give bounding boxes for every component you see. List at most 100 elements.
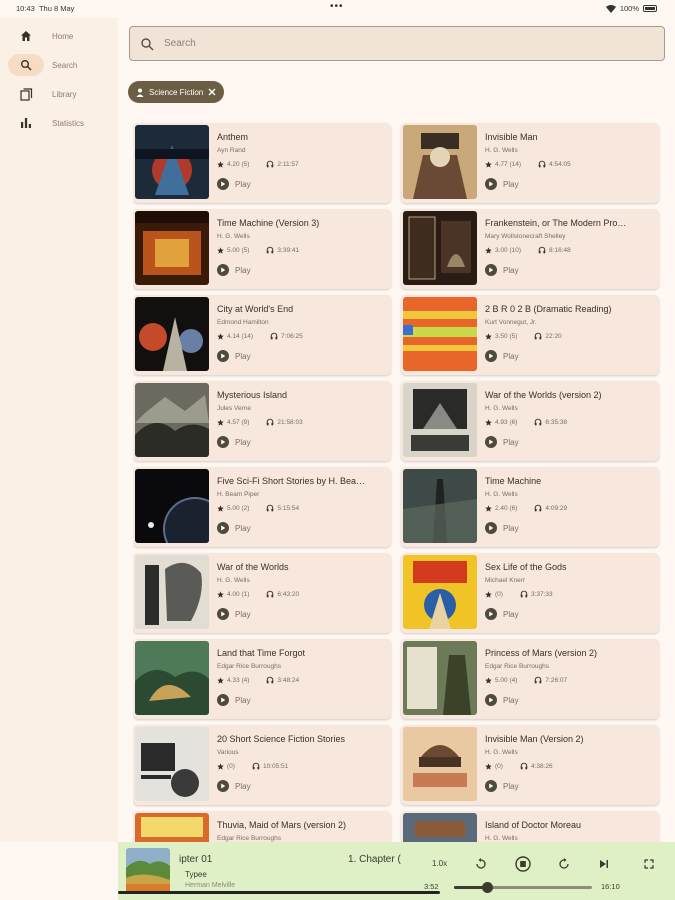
book-card[interactable]: Five Sci-Fi Short Stories by H. Bea… H. B… <box>133 467 391 547</box>
book-meta: 2.40 (6) 4:09:29 <box>485 504 567 512</box>
book-card[interactable]: War of the Worlds (version 2) H. G. Wells… <box>401 381 659 461</box>
book-title: Thuvia, Maid of Mars (version 2) <box>217 820 347 830</box>
play-button[interactable]: Play <box>217 178 251 190</box>
play-button[interactable]: Play <box>485 178 519 190</box>
progress-slider[interactable] <box>454 882 592 893</box>
book-card[interactable]: Anthem Ayn Rand 4.20 (5) 2:11:57 Play <box>133 123 391 203</box>
book-author: H. G. Wells <box>485 147 518 154</box>
play-button[interactable]: Play <box>485 608 519 620</box>
book-cover-image[interactable] <box>403 469 477 543</box>
player-book-title: Typee <box>185 870 207 879</box>
book-cover-image[interactable] <box>135 555 209 629</box>
book-card[interactable]: Frankenstein, or The Modern Pro… Mary Wol… <box>401 209 659 289</box>
search-bar[interactable] <box>129 26 665 61</box>
book-card[interactable]: Thuvia, Maid of Mars (version 2) Edgar Ri… <box>133 811 391 842</box>
nav-item-home[interactable]: Home <box>8 25 112 47</box>
book-card[interactable]: Time Machine H. G. Wells 2.40 (6) 4:09:29 Pl… <box>401 467 659 547</box>
player-cover-image[interactable] <box>126 848 170 894</box>
nav-item-library[interactable]: Library <box>8 83 112 105</box>
book-card[interactable]: 2 B R 0 2 B (Dramatic Reading) Kurt Vonne… <box>401 295 659 375</box>
book-card[interactable]: Island of Doctor Moreau H. G. Wells <box>401 811 659 842</box>
book-cover-image[interactable] <box>135 297 209 371</box>
play-pause-button[interactable] <box>513 854 533 874</box>
play-button[interactable]: Play <box>217 436 251 448</box>
statistics-icon <box>8 112 44 134</box>
book-duration: 21:58:03 <box>277 418 303 426</box>
play-button[interactable]: Play <box>217 608 251 620</box>
book-title: Time Machine (Version 3) <box>217 218 320 228</box>
book-meta: 5.00 (4) 7:26:07 <box>485 676 567 684</box>
book-card[interactable]: Time Machine (Version 3) H. G. Wells 5.00 … <box>133 209 391 289</box>
book-cover-image[interactable] <box>403 727 477 801</box>
book-meta: 3.00 (10) 8:16:48 <box>485 246 571 254</box>
book-cover-image[interactable] <box>135 727 209 801</box>
book-card[interactable]: City at World's End Edmond Hamilton 4.14 (… <box>133 295 391 375</box>
nav-item-statistics[interactable]: Statistics <box>8 112 112 134</box>
book-title: Five Sci-Fi Short Stories by H. Bea… <box>217 476 366 486</box>
book-cover-image[interactable] <box>403 125 477 199</box>
play-button[interactable]: Play <box>217 264 251 276</box>
filter-chip[interactable]: Science Fiction <box>128 81 225 103</box>
play-button[interactable]: Play <box>217 350 251 362</box>
book-cover-image[interactable] <box>135 383 209 457</box>
nav-item-search[interactable]: Search <box>8 54 112 76</box>
book-cover-image[interactable] <box>403 555 477 629</box>
book-cover-image[interactable] <box>403 297 477 371</box>
close-icon[interactable] <box>208 88 216 96</box>
book-cover-image[interactable] <box>403 813 477 842</box>
book-cover-image[interactable] <box>135 813 209 842</box>
headphones-icon <box>535 418 542 426</box>
book-card[interactable]: 20 Short Science Fiction Stories Various (… <box>133 725 391 805</box>
play-button[interactable]: Play <box>217 780 251 792</box>
play-button[interactable]: Play <box>485 780 519 792</box>
book-cover-image[interactable] <box>135 641 209 715</box>
play-button[interactable]: Play <box>217 694 251 706</box>
book-meta: 4.20 (5) 2:11:57 <box>217 160 299 168</box>
play-icon <box>489 783 494 789</box>
expand-player-button[interactable] <box>639 854 659 874</box>
headphones-icon <box>267 676 274 684</box>
book-card[interactable]: War of the Worlds H. G. Wells 4.00 (1) 6:43… <box>133 553 391 633</box>
play-button[interactable]: Play <box>485 694 519 706</box>
forward-button[interactable] <box>554 854 574 874</box>
skip-next-button[interactable] <box>594 854 614 874</box>
book-cover-image[interactable] <box>135 211 209 285</box>
fullscreen-icon <box>644 859 654 869</box>
book-cover-image[interactable] <box>135 125 209 199</box>
rewind-button[interactable] <box>471 854 491 874</box>
play-button[interactable]: Play <box>485 522 519 534</box>
star-icon <box>485 590 492 598</box>
book-rating: 4.00 (1) <box>227 590 250 598</box>
book-card[interactable]: Princess of Mars (version 2) Edgar Rice B… <box>401 639 659 719</box>
play-button[interactable]: Play <box>485 350 519 362</box>
play-button[interactable]: Play <box>217 522 251 534</box>
book-card[interactable]: Mysterious Island Jules Verne 4.57 (9) 21:5… <box>133 381 391 461</box>
play-label: Play <box>503 781 519 791</box>
book-cover-image[interactable] <box>403 383 477 457</box>
book-duration: 22:20 <box>545 332 562 340</box>
window-menu-dots[interactable]: ••• <box>330 1 344 12</box>
book-cover-image[interactable] <box>135 469 209 543</box>
search-input[interactable] <box>164 38 644 49</box>
book-duration: 7:26:07 <box>545 676 568 684</box>
headphones-icon <box>267 246 274 254</box>
progress-thumb[interactable] <box>482 882 494 893</box>
play-button[interactable]: Play <box>485 436 519 448</box>
play-button[interactable]: Play <box>485 264 519 276</box>
book-cover-image[interactable] <box>403 641 477 715</box>
book-card[interactable]: Invisible Man H. G. Wells 4.77 (14) 4:54:05… <box>401 123 659 203</box>
play-label: Play <box>235 523 251 533</box>
book-duration-group: 4:38:26 <box>520 762 553 770</box>
wifi-icon <box>605 4 616 13</box>
filter-chip-label: Science Fiction <box>149 87 204 97</box>
book-duration: 4:54:05 <box>549 160 571 168</box>
book-card[interactable]: Land that Time Forgot Edgar Rice Burrough… <box>133 639 391 719</box>
book-card[interactable]: Sex Life of the Gods Michael Knerr (0) 3:37… <box>401 553 659 633</box>
star-icon <box>217 246 224 254</box>
playback-speed-button[interactable]: 1.0x <box>432 859 447 868</box>
book-card[interactable]: Invisible Man (Version 2) H. G. Wells (0) 4… <box>401 725 659 805</box>
book-rating: 5.00 (2) <box>227 504 250 512</box>
book-title: Frankenstein, or The Modern Pro… <box>485 218 627 228</box>
book-cover-image[interactable] <box>403 211 477 285</box>
star-icon <box>217 504 224 512</box>
